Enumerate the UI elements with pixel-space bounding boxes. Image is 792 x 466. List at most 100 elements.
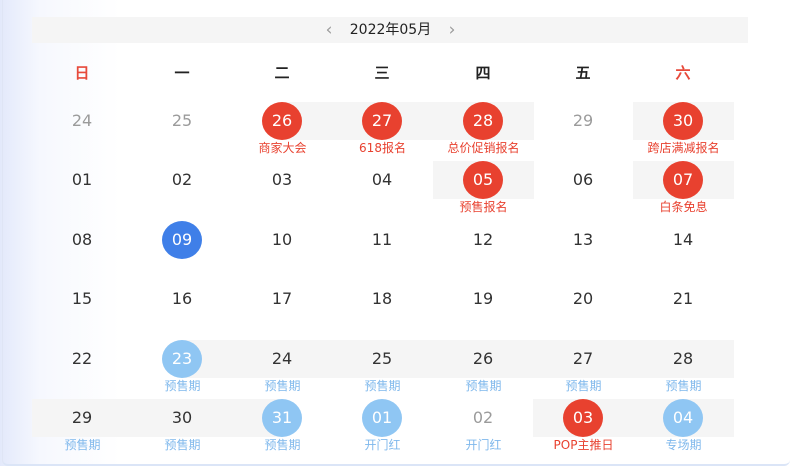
- day-number[interactable]: 29: [62, 399, 102, 437]
- day-cell[interactable]: 28 总价促销报名: [433, 102, 534, 161]
- day-cell[interactable]: 22: [32, 340, 133, 399]
- day-cell[interactable]: 03: [232, 161, 333, 220]
- day-cell[interactable]: 18: [332, 280, 433, 339]
- day-number[interactable]: 02: [162, 161, 202, 199]
- day-cell[interactable]: 06: [533, 161, 634, 220]
- day-number[interactable]: 18: [362, 280, 402, 318]
- day-number[interactable]: 06: [563, 161, 603, 199]
- event-label: 618报名: [359, 141, 406, 155]
- prev-month-icon[interactable]: ‹: [316, 17, 342, 43]
- day-number[interactable]: 05: [463, 161, 503, 199]
- day-cell[interactable]: 15: [32, 280, 133, 339]
- event-label: 白条免息: [659, 200, 708, 214]
- day-number[interactable]: 15: [62, 280, 102, 318]
- day-cell[interactable]: 28 预售期: [633, 340, 734, 399]
- day-number[interactable]: 09: [162, 221, 202, 259]
- day-number[interactable]: 16: [162, 280, 202, 318]
- day-number[interactable]: 19: [463, 280, 503, 318]
- day-number[interactable]: 29: [563, 102, 603, 140]
- event-label: 预售报名: [459, 200, 508, 214]
- day-number[interactable]: 07: [663, 161, 703, 199]
- day-cell[interactable]: 09: [132, 221, 233, 280]
- month-header: ‹ 2022年05月 ›: [32, 17, 748, 43]
- event-label: 开门红: [465, 438, 502, 452]
- day-cell[interactable]: 04 专场期: [633, 399, 734, 458]
- day-cell[interactable]: 21: [633, 280, 734, 339]
- day-number[interactable]: 04: [663, 399, 703, 437]
- day-cell[interactable]: 13: [533, 221, 634, 280]
- weekday-label: 五: [575, 64, 591, 82]
- day-number[interactable]: 08: [62, 221, 102, 259]
- day-number[interactable]: 14: [663, 221, 703, 259]
- day-number[interactable]: 03: [262, 161, 302, 199]
- day-number[interactable]: 28: [663, 340, 703, 378]
- day-number[interactable]: 03: [563, 399, 603, 437]
- day-number[interactable]: 02: [463, 399, 503, 437]
- day-cell[interactable]: 25: [132, 102, 233, 161]
- event-label: 预售期: [264, 438, 301, 452]
- day-number[interactable]: 23: [162, 340, 202, 378]
- day-number[interactable]: 27: [563, 340, 603, 378]
- day-cell[interactable]: 26 商家大会: [232, 102, 333, 161]
- day-cell[interactable]: 27 预售期: [533, 340, 634, 399]
- day-cell[interactable]: 07 白条免息: [633, 161, 734, 220]
- day-number[interactable]: 31: [262, 399, 302, 437]
- day-cell[interactable]: 30 跨店满减报名: [633, 102, 734, 161]
- event-label: 开门红: [364, 438, 401, 452]
- event-label: 预售期: [665, 379, 702, 393]
- event-label: 总价促销报名: [447, 141, 520, 155]
- day-cell[interactable]: 14: [633, 221, 734, 280]
- day-cell[interactable]: 01: [32, 161, 133, 220]
- day-number[interactable]: 01: [362, 399, 402, 437]
- day-cell[interactable]: 17: [232, 280, 333, 339]
- day-cell[interactable]: 31 预售期: [232, 399, 333, 458]
- day-number[interactable]: 30: [162, 399, 202, 437]
- day-number[interactable]: 25: [362, 340, 402, 378]
- day-number[interactable]: 24: [262, 340, 302, 378]
- day-cell[interactable]: 20: [533, 280, 634, 339]
- day-cell[interactable]: 29 预售期: [32, 399, 133, 458]
- day-number[interactable]: 04: [362, 161, 402, 199]
- day-cell[interactable]: 25 预售期: [332, 340, 433, 399]
- day-cell[interactable]: 02: [132, 161, 233, 220]
- day-number[interactable]: 01: [62, 161, 102, 199]
- next-month-icon[interactable]: ›: [439, 17, 465, 43]
- day-cell[interactable]: 30 预售期: [132, 399, 233, 458]
- day-number[interactable]: 22: [62, 340, 102, 378]
- day-cell[interactable]: 24 预售期: [232, 340, 333, 399]
- day-cell[interactable]: 12: [433, 221, 534, 280]
- day-number[interactable]: 27: [362, 102, 402, 140]
- day-cell[interactable]: 02 开门红: [433, 399, 534, 458]
- day-number[interactable]: 11: [362, 221, 402, 259]
- day-cell[interactable]: 16: [132, 280, 233, 339]
- day-cell[interactable]: 11: [332, 221, 433, 280]
- day-number[interactable]: 26: [262, 102, 302, 140]
- weekday-label: 三: [374, 64, 390, 82]
- day-number[interactable]: 24: [62, 102, 102, 140]
- weekday-label: 六: [675, 64, 691, 82]
- day-number[interactable]: 20: [563, 280, 603, 318]
- day-cell[interactable]: 08: [32, 221, 133, 280]
- day-number[interactable]: 12: [463, 221, 503, 259]
- day-cell[interactable]: 26 预售期: [433, 340, 534, 399]
- day-number[interactable]: 17: [262, 280, 302, 318]
- day-cell[interactable]: 04: [332, 161, 433, 220]
- day-cell[interactable]: 29: [533, 102, 634, 161]
- day-number[interactable]: 21: [663, 280, 703, 318]
- day-number[interactable]: 26: [463, 340, 503, 378]
- day-cell[interactable]: 23 预售期: [132, 340, 233, 399]
- day-number[interactable]: 28: [463, 102, 503, 140]
- day-cell[interactable]: 03 POP主推日: [533, 399, 634, 458]
- day-cell[interactable]: 05 预售报名: [433, 161, 534, 220]
- day-cell[interactable]: 24: [32, 102, 133, 161]
- day-cell[interactable]: 27 618报名: [332, 102, 433, 161]
- day-number[interactable]: 13: [563, 221, 603, 259]
- event-label: 商家大会: [258, 141, 307, 155]
- weekday-label: 二: [274, 64, 290, 82]
- day-cell[interactable]: 01 开门红: [332, 399, 433, 458]
- day-number[interactable]: 25: [162, 102, 202, 140]
- day-cell[interactable]: 10: [232, 221, 333, 280]
- day-number[interactable]: 10: [262, 221, 302, 259]
- day-cell[interactable]: 19: [433, 280, 534, 339]
- day-number[interactable]: 30: [663, 102, 703, 140]
